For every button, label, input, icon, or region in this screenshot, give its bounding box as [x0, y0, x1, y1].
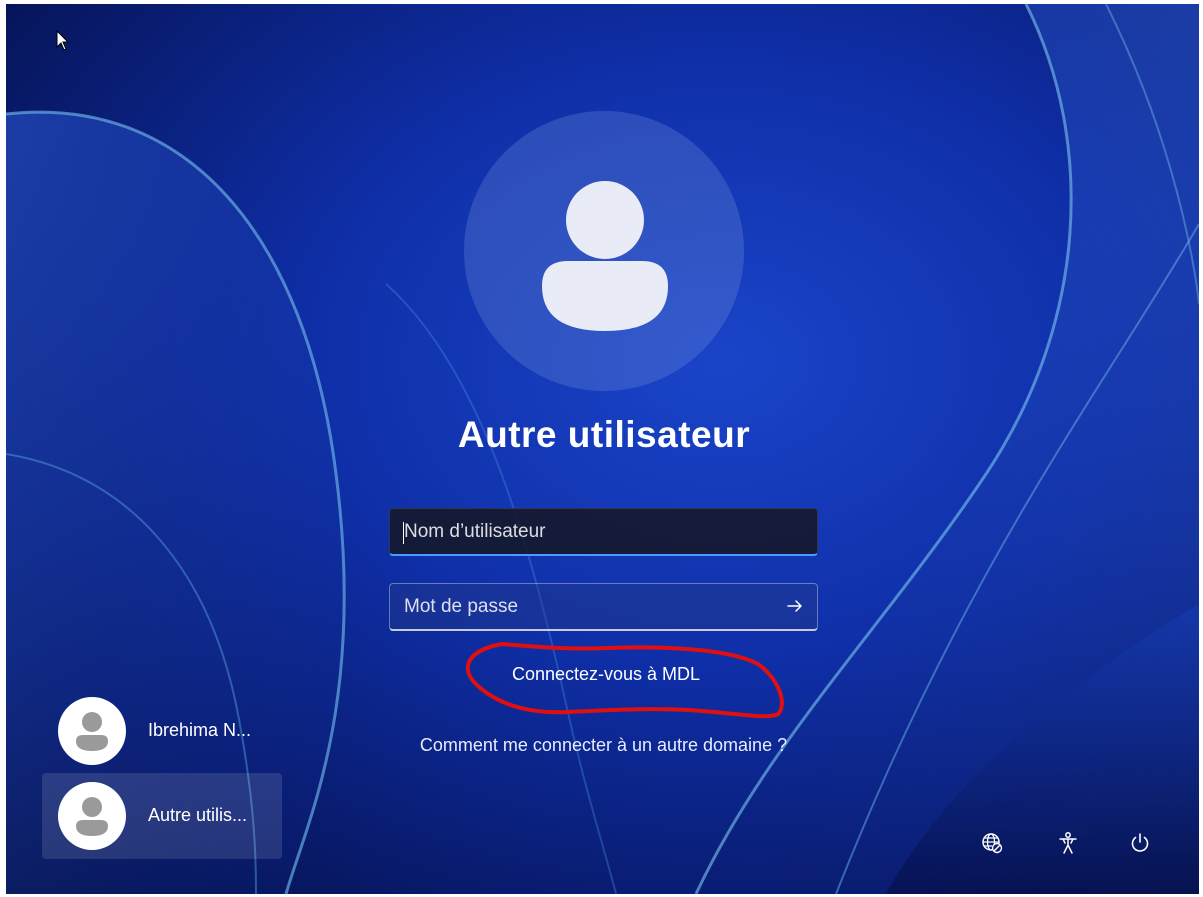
user-tile-name: Ibrehima N...	[148, 720, 252, 740]
user-tile-other-user[interactable]: Autre utilis...	[42, 773, 282, 859]
lock-screen: Autre utilisateur Connectez-vous à MDL C…	[6, 4, 1199, 894]
username-field[interactable]	[389, 508, 818, 556]
password-input[interactable]	[402, 584, 786, 630]
account-title: Autre utilisateur	[457, 414, 751, 455]
network-icon[interactable]	[980, 831, 1004, 855]
power-icon[interactable]	[1128, 831, 1152, 855]
user-tile-name: Autre utilis...	[148, 805, 248, 825]
user-tile-avatar	[58, 782, 126, 850]
username-input[interactable]	[402, 509, 786, 555]
user-avatar	[464, 111, 744, 391]
password-field[interactable]	[389, 583, 818, 631]
mouse-pointer-icon	[56, 30, 70, 51]
red-annotation-circle	[465, 641, 784, 719]
person-icon	[76, 797, 108, 836]
accessibility-icon[interactable]	[1056, 831, 1080, 855]
submit-arrow-icon[interactable]	[785, 596, 805, 616]
person-icon	[542, 181, 668, 331]
user-tile-avatar	[58, 697, 126, 765]
person-icon	[76, 712, 108, 751]
user-tile-ibrehima[interactable]: Ibrehima N...	[42, 688, 282, 774]
other-domain-help-link[interactable]: Comment me connecter à un autre domaine …	[366, 735, 841, 756]
